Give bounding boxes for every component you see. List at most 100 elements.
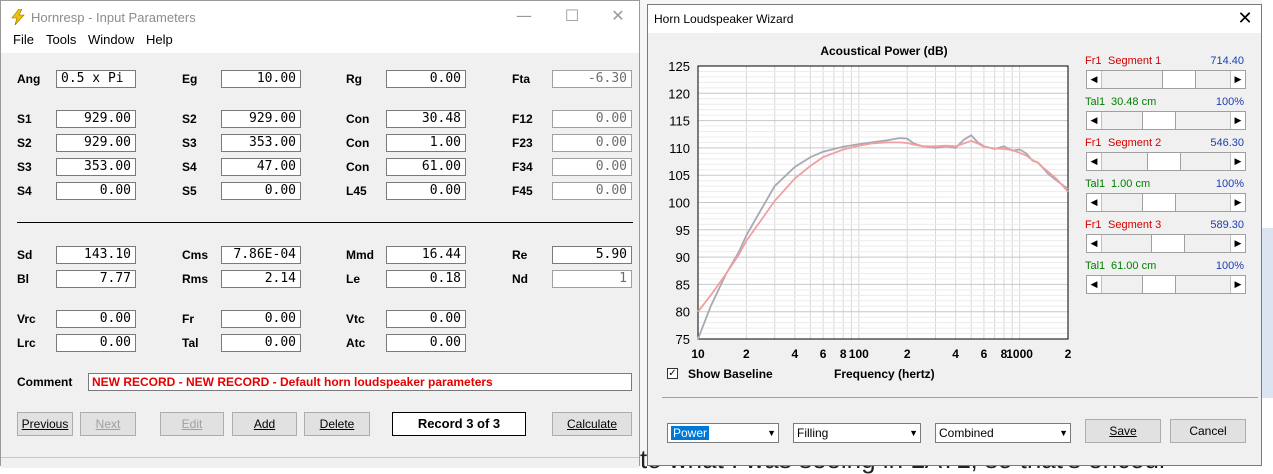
segment-fr-label: Fr1 (1085, 219, 1102, 231)
param-field-con2[interactable]: 1.00 (386, 134, 466, 152)
param-label-sd: Sd (17, 248, 33, 262)
arrow-left-icon[interactable]: ◀ (1087, 235, 1102, 252)
previous-button[interactable]: Previous (17, 412, 73, 436)
param-field-s3a[interactable]: 353.00 (221, 134, 301, 152)
param-field-re[interactable]: 5.90 (552, 246, 632, 264)
param-field-con1[interactable]: 30.48 (386, 110, 466, 128)
save-button[interactable]: Save (1085, 419, 1161, 443)
combined-dropdown[interactable]: Combined ▼ (935, 423, 1071, 443)
arrow-right-icon[interactable]: ▶ (1230, 112, 1245, 129)
wizard-close-button[interactable]: ✕ (1233, 7, 1257, 31)
param-field-con3[interactable]: 61.00 (386, 158, 466, 176)
param-field-nd[interactable]: 1 (552, 270, 632, 288)
segment-fr-scrollbar[interactable]: ◀ ▶ (1086, 70, 1246, 89)
scroll-thumb[interactable] (1150, 235, 1185, 252)
delete-label: Delete (319, 417, 355, 431)
param-label-s2b: S2 (17, 136, 32, 150)
param-field-vtc[interactable]: 0.00 (386, 310, 466, 328)
param-field-s2a[interactable]: 929.00 (221, 110, 301, 128)
segment-tal-scrollbar[interactable]: ◀ ▶ (1086, 275, 1246, 294)
arrow-right-icon[interactable]: ▶ (1230, 276, 1245, 293)
x-tick-label: 8 (840, 347, 847, 361)
menu-window[interactable]: Window (88, 33, 134, 47)
segment-tal-scrollbar[interactable]: ◀ ▶ (1086, 193, 1246, 212)
calculate-button[interactable]: Calculate (552, 412, 632, 436)
close-button[interactable]: ✕ (595, 1, 641, 33)
arrow-right-icon[interactable]: ▶ (1230, 71, 1245, 88)
param-field-rms[interactable]: 2.14 (221, 270, 301, 288)
scroll-thumb[interactable] (1161, 71, 1196, 88)
segment-fr-scrollbar[interactable]: ◀ ▶ (1086, 152, 1246, 171)
param-field-mmd[interactable]: 16.44 (386, 246, 466, 264)
param-field-s4b[interactable]: 0.00 (56, 182, 136, 200)
menu-tools[interactable]: Tools (46, 33, 76, 47)
param-field-le[interactable]: 0.18 (386, 270, 466, 288)
segment-tal-percent: 100% (1215, 96, 1244, 108)
menu-help[interactable]: Help (146, 33, 173, 47)
param-field-s4a[interactable]: 47.00 (221, 158, 301, 176)
scroll-thumb[interactable] (1147, 153, 1182, 170)
param-field-s1[interactable]: 929.00 (56, 110, 136, 128)
scroll-thumb[interactable] (1142, 194, 1177, 211)
param-field-tal[interactable]: 0.00 (221, 334, 301, 352)
param-field-bl[interactable]: 7.77 (56, 270, 136, 288)
arrow-right-icon[interactable]: ▶ (1230, 235, 1245, 252)
param-field-f34[interactable]: 0.00 (552, 158, 632, 176)
param-field-s3b[interactable]: 353.00 (56, 158, 136, 176)
next-button[interactable]: Next (80, 412, 136, 436)
param-field-ang[interactable]: 0.5 x Pi (56, 70, 136, 88)
param-field-cms[interactable]: 7.86E-04 (221, 246, 301, 264)
segment-tal-label: Tal1 (1085, 260, 1106, 272)
add-label: Add (253, 417, 276, 431)
arrow-right-icon[interactable]: ▶ (1230, 194, 1245, 211)
arrow-right-icon[interactable]: ▶ (1230, 153, 1245, 170)
param-field-eg[interactable]: 10.00 (221, 70, 301, 88)
param-label-s1: S1 (17, 112, 32, 126)
param-label-s3a: S3 (182, 136, 197, 150)
param-field-f45[interactable]: 0.00 (552, 182, 632, 200)
edit-button[interactable]: Edit (160, 412, 224, 436)
param-field-atc[interactable]: 0.00 (386, 334, 466, 352)
param-label-s5: S5 (182, 184, 197, 198)
segment-tal-scrollbar[interactable]: ◀ ▶ (1086, 111, 1246, 130)
param-field-lrc[interactable]: 0.00 (56, 334, 136, 352)
param-field-rg[interactable]: 0.00 (386, 70, 466, 88)
param-field-l45[interactable]: 0.00 (386, 182, 466, 200)
add-button[interactable]: Add (232, 412, 297, 436)
arrow-left-icon[interactable]: ◀ (1087, 194, 1102, 211)
param-label-s3b: S3 (17, 160, 32, 174)
param-field-sd[interactable]: 143.10 (56, 246, 136, 264)
plot-type-dropdown[interactable]: Power ▼ (667, 423, 779, 443)
cancel-button[interactable]: Cancel (1170, 419, 1246, 443)
param-field-fr[interactable]: 0.00 (221, 310, 301, 328)
y-tick-label: 75 (676, 332, 690, 347)
show-baseline-checkbox[interactable]: ✓ (667, 368, 678, 379)
arrow-left-icon[interactable]: ◀ (1087, 276, 1102, 293)
segment-fr-scrollbar[interactable]: ◀ ▶ (1086, 234, 1246, 253)
arrow-left-icon[interactable]: ◀ (1087, 112, 1102, 129)
title-bar[interactable]: Hornresp - Input Parameters — ☐ ✕ (1, 1, 639, 33)
arrow-left-icon[interactable]: ◀ (1087, 71, 1102, 88)
edit-label: Edit (181, 417, 203, 431)
maximize-button[interactable]: ☐ (549, 1, 595, 33)
scroll-thumb[interactable] (1142, 276, 1177, 293)
segment-fr-value: 714.40 (1210, 55, 1244, 67)
arrow-left-icon[interactable]: ◀ (1087, 153, 1102, 170)
delete-button[interactable]: Delete (304, 412, 370, 436)
scroll-thumb[interactable] (1142, 112, 1177, 129)
param-field-f12[interactable]: 0.00 (552, 110, 632, 128)
y-tick-label: 125 (668, 59, 690, 74)
menu-file[interactable]: File (13, 33, 34, 47)
param-label-ang: Ang (17, 72, 41, 86)
param-field-f23[interactable]: 0.00 (552, 134, 632, 152)
show-baseline-label[interactable]: Show Baseline (688, 367, 773, 381)
param-label-f34: F34 (512, 160, 533, 174)
wizard-title-bar[interactable]: Horn Loudspeaker Wizard ✕ (648, 5, 1261, 33)
filling-dropdown[interactable]: Filling ▼ (793, 423, 921, 443)
param-field-s5[interactable]: 0.00 (221, 182, 301, 200)
param-field-fta[interactable]: -6.30 (552, 70, 632, 88)
param-field-s2b[interactable]: 929.00 (56, 134, 136, 152)
minimize-button[interactable]: — (501, 1, 547, 33)
param-field-vrc[interactable]: 0.00 (56, 310, 136, 328)
comment-field[interactable]: NEW RECORD - NEW RECORD - Default horn l… (88, 373, 632, 391)
